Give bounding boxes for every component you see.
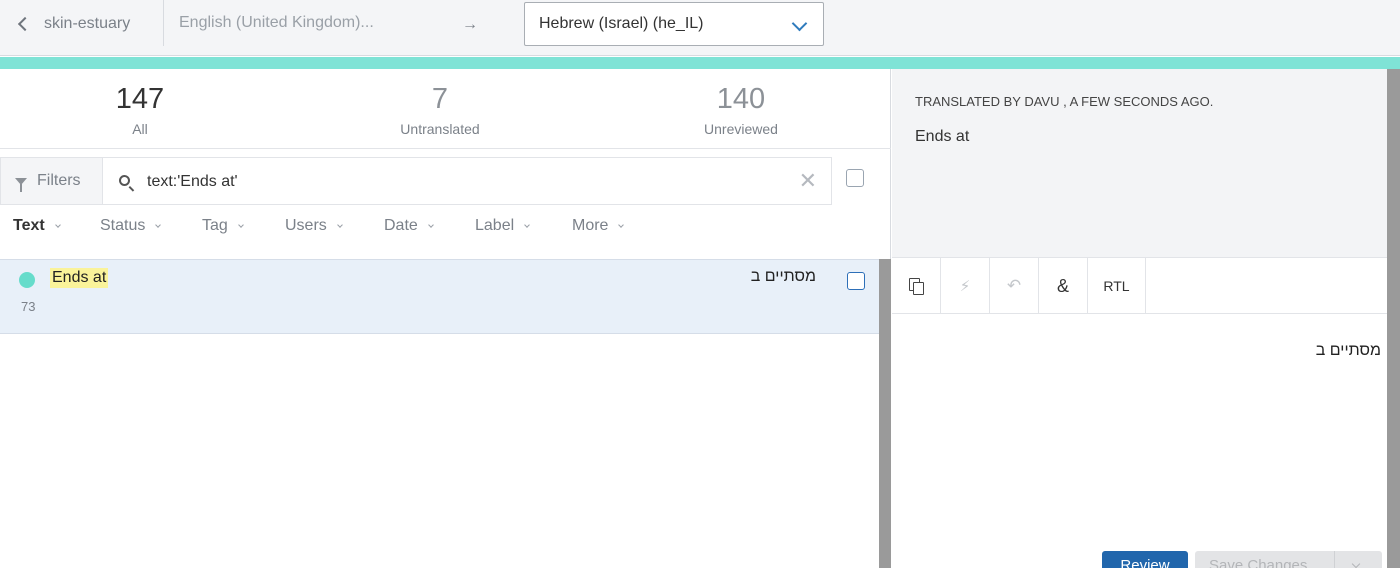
stat-untranslated[interactable]: 7 Untranslated	[340, 79, 540, 139]
clear-search-icon[interactable]: ✕	[799, 170, 817, 192]
string-row[interactable]: Ends at 73 מסתיים ב	[0, 259, 879, 334]
stat-unreviewed[interactable]: 140 Unreviewed	[641, 79, 841, 139]
copy-icon	[909, 278, 924, 295]
string-id: 73	[21, 299, 36, 314]
funnel-icon	[15, 177, 27, 192]
sort-more[interactable]: More	[572, 217, 625, 235]
search-input[interactable]	[147, 168, 767, 196]
translated-by: TRANSLATED BY DAVU , A FEW SECONDS AGO.	[915, 94, 1214, 109]
save-label: Save Changes	[1209, 557, 1308, 568]
caret-down-icon	[155, 221, 162, 228]
chevron-left-icon	[17, 16, 33, 32]
rtl-toggle-button[interactable]: RTL	[1088, 258, 1146, 314]
filter-row: Filters ✕	[0, 157, 891, 205]
caret-down-icon	[237, 221, 244, 228]
filters-button[interactable]: Filters	[0, 157, 103, 205]
caret-down-icon	[336, 221, 343, 228]
review-button[interactable]: Review	[1102, 551, 1188, 568]
project-name: skin-estuary	[44, 15, 131, 32]
chevron-down-icon	[791, 15, 808, 32]
source-string: Ends at	[915, 128, 970, 145]
arrow-right-icon: →	[462, 16, 478, 33]
translation-value: מסתיים ב	[1315, 342, 1381, 359]
search-box: ✕	[102, 157, 832, 205]
machine-translate-button[interactable]: ⚡︎	[941, 258, 990, 314]
caret-down-icon	[524, 221, 530, 228]
stats-bar: 147 All 7 Untranslated 140 Unreviewed	[0, 69, 891, 149]
caret-down-icon	[427, 221, 434, 228]
row-checkbox[interactable]	[847, 272, 865, 290]
source-language[interactable]: English (United Kingdom)...	[179, 14, 374, 32]
undo-icon: ↶	[1006, 276, 1022, 295]
sort-bar: Text Status Tag Users Date Label More	[0, 217, 891, 243]
editor-panel: TRANSLATED BY DAVU , A FEW SECONDS AGO. …	[892, 69, 1387, 568]
sort-tag[interactable]: Tag	[202, 217, 244, 235]
sort-label: Text	[13, 217, 45, 234]
source-text: Ends at	[50, 268, 109, 288]
special-character-button[interactable]: &	[1039, 258, 1088, 314]
rtl-label: RTL	[1103, 278, 1130, 294]
caret-down-icon[interactable]	[1351, 559, 1361, 568]
sort-text[interactable]: Text	[13, 217, 61, 235]
sort-label: Date	[384, 217, 418, 234]
select-all-checkbox[interactable]	[846, 169, 864, 187]
stat-label: All	[132, 121, 148, 137]
bolt-icon: ⚡︎	[959, 278, 971, 295]
stat-count: 147	[115, 83, 165, 115]
search-icon	[119, 175, 130, 186]
caret-down-icon	[54, 221, 61, 228]
caret-down-icon	[618, 221, 625, 228]
status-dot	[19, 272, 35, 288]
target-language-select[interactable]: Hebrew (Israel) (he_IL)	[524, 2, 824, 46]
stat-all[interactable]: 147 All	[40, 79, 240, 139]
divider	[1334, 551, 1335, 568]
undo-button[interactable]: ↶	[990, 258, 1039, 314]
sort-date[interactable]: Date	[384, 217, 434, 235]
source-meta: TRANSLATED BY DAVU , A FEW SECONDS AGO. …	[892, 69, 1387, 258]
string-list-panel: 147 All 7 Untranslated 140 Unreviewed Fi…	[0, 69, 891, 568]
copy-source-button[interactable]	[892, 258, 941, 314]
filters-label: Filters	[37, 172, 81, 189]
sort-label: Users	[285, 217, 327, 234]
sort-users[interactable]: Users	[285, 217, 343, 235]
translation-progress-bar	[0, 57, 1400, 69]
stat-label: Untranslated	[400, 121, 480, 137]
special-character-icon: &	[1056, 275, 1069, 296]
sort-label: More	[572, 217, 609, 234]
stat-count: 140	[716, 83, 766, 115]
right-scrollbar[interactable]	[1387, 69, 1400, 568]
sort-label: Status	[100, 217, 146, 234]
target-language-value: Hebrew (Israel) (he_IL)	[539, 15, 704, 32]
sort-label[interactable]: Label	[475, 217, 530, 235]
translation-editor[interactable]: מסתיים ב	[892, 314, 1387, 544]
back-to-project-link[interactable]: skin-estuary	[14, 12, 130, 36]
save-changes-button[interactable]: Save Changes	[1195, 551, 1382, 568]
sort-label: Tag	[202, 217, 228, 234]
scrollbar[interactable]	[879, 259, 891, 568]
stat-count: 7	[431, 83, 449, 115]
stat-label: Unreviewed	[704, 121, 778, 137]
sort-status[interactable]: Status	[100, 217, 162, 235]
scrollbar-thumb[interactable]	[1387, 69, 1400, 568]
translation-text: מסתיים ב	[750, 268, 816, 285]
sort-label: Label	[475, 217, 515, 234]
top-bar: skin-estuary English (United Kingdom)...…	[0, 0, 1400, 56]
editor-toolbar: ⚡︎ ↶ & RTL	[892, 258, 1387, 314]
divider	[163, 0, 164, 46]
